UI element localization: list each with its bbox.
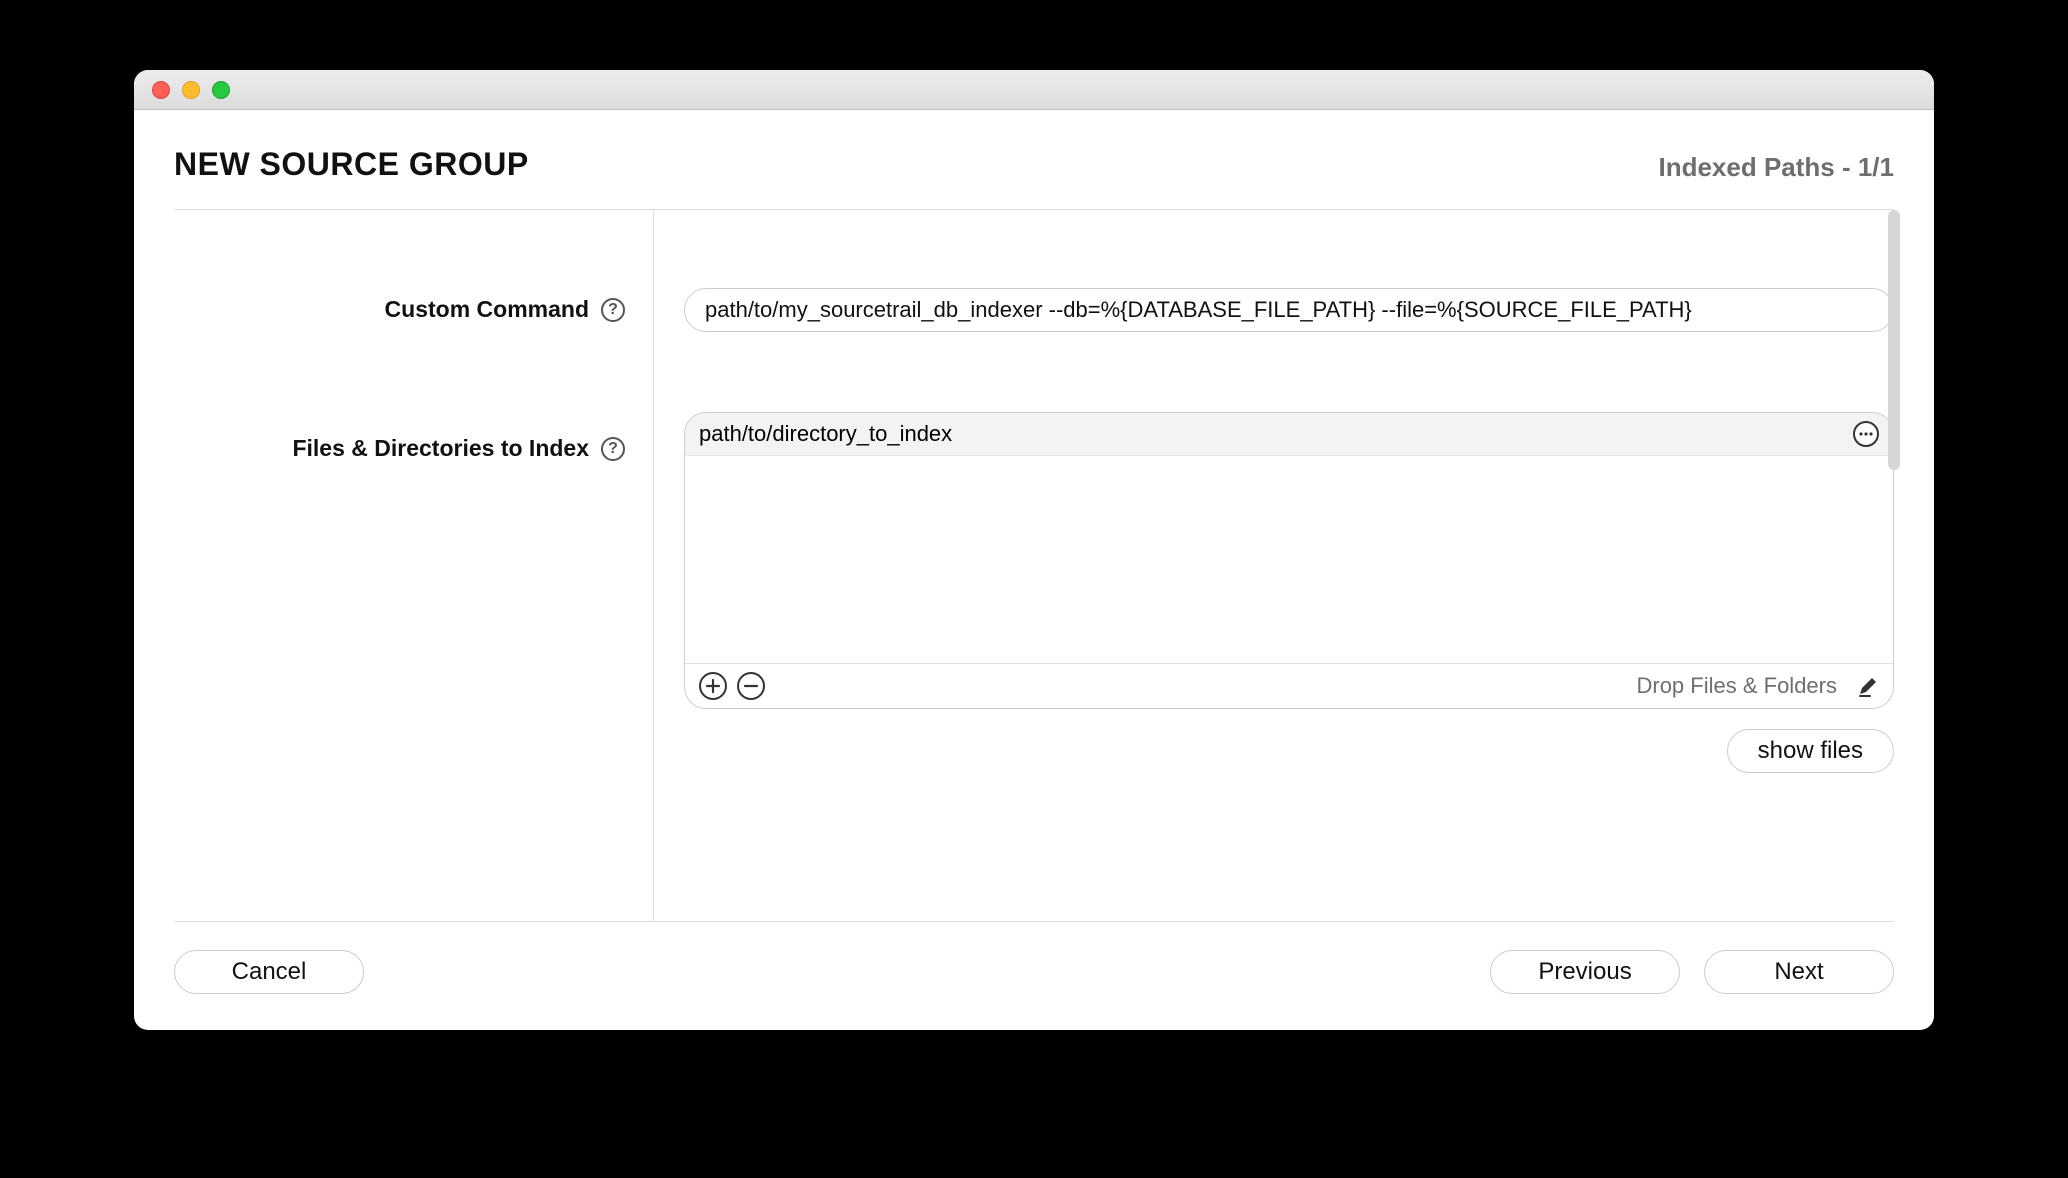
header: NEW SOURCE GROUP Indexed Paths - 1/1 — [134, 110, 1934, 209]
help-icon[interactable]: ? — [601, 298, 625, 322]
remove-path-button[interactable] — [737, 672, 765, 700]
next-button[interactable]: Next — [1704, 950, 1894, 994]
dialog-window: NEW SOURCE GROUP Indexed Paths - 1/1 Cus… — [134, 70, 1934, 1030]
ellipsis-icon — [1859, 432, 1873, 436]
window-zoom-button[interactable] — [212, 81, 230, 99]
drop-hint-text: Drop Files & Folders — [1636, 673, 1837, 699]
add-path-button[interactable] — [699, 672, 727, 700]
minus-icon — [743, 678, 759, 694]
files-toolbar: Drop Files & Folders — [685, 663, 1893, 708]
titlebar — [134, 70, 1934, 110]
custom-command-label: Custom Command — [385, 296, 589, 323]
list-item[interactable]: path/to/directory_to_index — [685, 413, 1893, 456]
window-minimize-button[interactable] — [182, 81, 200, 99]
custom-command-label-row: Custom Command ? — [174, 296, 625, 323]
file-path-text: path/to/directory_to_index — [699, 421, 1853, 447]
files-to-index-label-row: Files & Directories to Index ? — [174, 435, 625, 462]
files-to-index-label: Files & Directories to Index — [292, 435, 589, 462]
custom-command-input[interactable] — [684, 288, 1894, 332]
show-files-button[interactable]: show files — [1727, 729, 1894, 773]
window-close-button[interactable] — [152, 81, 170, 99]
inputs-column: path/to/directory_to_index — [654, 210, 1894, 921]
cancel-button[interactable]: Cancel — [174, 950, 364, 994]
footer: Cancel Previous Next — [174, 921, 1894, 1030]
help-icon[interactable]: ? — [601, 437, 625, 461]
edit-icon[interactable] — [1857, 675, 1879, 697]
page-step-status: Indexed Paths - 1/1 — [1658, 152, 1894, 183]
browse-path-button[interactable] — [1853, 421, 1879, 447]
content: Custom Command ? Files & Directories to … — [174, 210, 1894, 921]
labels-column: Custom Command ? Files & Directories to … — [174, 210, 654, 921]
scrollbar[interactable] — [1888, 210, 1900, 470]
previous-button[interactable]: Previous — [1490, 950, 1680, 994]
page-title: NEW SOURCE GROUP — [174, 146, 529, 183]
files-to-index-box: path/to/directory_to_index — [684, 412, 1894, 709]
plus-icon — [705, 678, 721, 694]
files-list: path/to/directory_to_index — [685, 413, 1893, 663]
